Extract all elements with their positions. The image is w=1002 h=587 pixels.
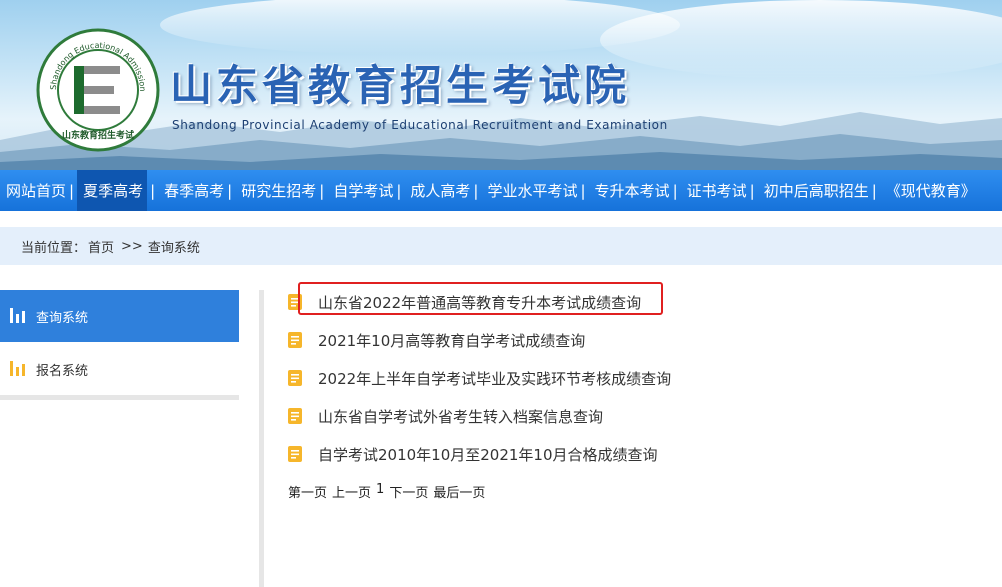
nav-certificate-exam[interactable]: 证书考试: [681, 170, 747, 211]
breadcrumb-separator: >>: [121, 238, 143, 254]
nav-modern-education[interactable]: 《现代教育》: [880, 170, 976, 211]
breadcrumb-home-link[interactable]: 首页: [88, 237, 114, 256]
list-item[interactable]: 山东省自学考试外省考生转入档案信息查询: [288, 397, 671, 435]
nav-spring-gaokao[interactable]: 春季高考: [158, 170, 224, 211]
query-list: 山东省2022年普通高等教育专升本考试成绩查询 2021年10月高等教育自学考试…: [288, 283, 671, 473]
document-icon: [288, 408, 302, 424]
bar-chart-icon: [10, 308, 26, 324]
nav-separator: |: [69, 181, 75, 200]
list-item[interactable]: 自学考试2010年10月至2021年10月合格成绩查询: [288, 435, 671, 473]
academy-logo: Shandong Educational Admission & Examina…: [36, 28, 160, 152]
document-icon: [288, 332, 302, 348]
nav-adult-exam[interactable]: 成人高考: [404, 170, 470, 211]
breadcrumb: 当前位置： 首页 >> 查询系统: [0, 227, 1002, 265]
list-item-title: 山东省自学考试外省考生转入档案信息查询: [318, 407, 604, 426]
nav-self-study-exam[interactable]: 自学考试: [327, 170, 393, 211]
nav-upgrade-exam[interactable]: 专升本考试: [589, 170, 670, 211]
nav-separator: |: [580, 181, 586, 200]
nav-separator: |: [672, 181, 678, 200]
logo-cn-text: 山东教育招生考试: [62, 129, 134, 141]
sidebar-item-label: 查询系统: [36, 310, 89, 326]
nav-summer-gaokao[interactable]: 夏季高考: [77, 170, 148, 211]
site-subtitle: Shandong Provincial Academy of Education…: [172, 118, 668, 132]
site-title: 山东省教育招生考试院: [170, 61, 631, 110]
pager-last[interactable]: 最后一页: [433, 482, 485, 501]
vertical-divider: [259, 290, 264, 587]
sidebar-item-label: 报名系统: [36, 363, 89, 379]
document-icon: [288, 294, 302, 310]
header-banner: Shandong Educational Admission & Examina…: [0, 0, 1002, 170]
list-item[interactable]: 2021年10月高等教育自学考试成绩查询: [288, 321, 671, 359]
list-item[interactable]: 2022年上半年自学考试毕业及实践环节考核成绩查询: [288, 359, 671, 397]
list-item-title: 山东省2022年普通高等教育专升本考试成绩查询: [318, 293, 642, 312]
main-nav: 网站首页 | 夏季高考 | 春季高考 | 研究生招考 | 自学考试 | 成人高考…: [0, 170, 1002, 211]
document-icon: [288, 370, 302, 386]
nav-graduate-exam[interactable]: 研究生招考: [235, 170, 316, 211]
document-icon: [288, 446, 302, 462]
sidebar-bottom-border: [0, 395, 239, 400]
list-item[interactable]: 山东省2022年普通高等教育专升本考试成绩查询: [288, 283, 671, 321]
list-item-title: 2022年上半年自学考试毕业及实践环节考核成绩查询: [318, 369, 672, 388]
pager-current: 1: [376, 482, 385, 497]
nav-proficiency-test[interactable]: 学业水平考试: [481, 170, 577, 211]
nav-vocational-enroll[interactable]: 初中后高职招生: [758, 170, 869, 211]
sidebar-item-query-system[interactable]: 查询系统: [0, 290, 239, 342]
nav-separator: |: [473, 181, 479, 200]
pagination: 第一页 上一页 1 下一页 最后一页: [288, 482, 485, 501]
list-item-title: 自学考试2010年10月至2021年10月合格成绩查询: [318, 445, 658, 464]
nav-separator: |: [150, 181, 156, 200]
nav-separator: |: [871, 181, 877, 200]
nav-separator: |: [749, 181, 755, 200]
breadcrumb-prefix: 当前位置：: [21, 240, 87, 256]
nav-separator: |: [319, 181, 325, 200]
nav-separator: |: [227, 181, 233, 200]
nav-separator: |: [396, 181, 402, 200]
pager-next[interactable]: 下一页: [389, 482, 428, 501]
list-item-title: 2021年10月高等教育自学考试成绩查询: [318, 331, 586, 350]
bar-chart-icon: [10, 361, 26, 377]
sidebar: 查询系统 报名系统: [0, 290, 239, 400]
pager-first[interactable]: 第一页: [288, 482, 327, 501]
nav-home[interactable]: 网站首页: [0, 170, 66, 211]
sidebar-item-registration-system[interactable]: 报名系统: [0, 343, 239, 395]
breadcrumb-current: 查询系统: [147, 240, 200, 256]
pager-prev[interactable]: 上一页: [332, 482, 371, 501]
